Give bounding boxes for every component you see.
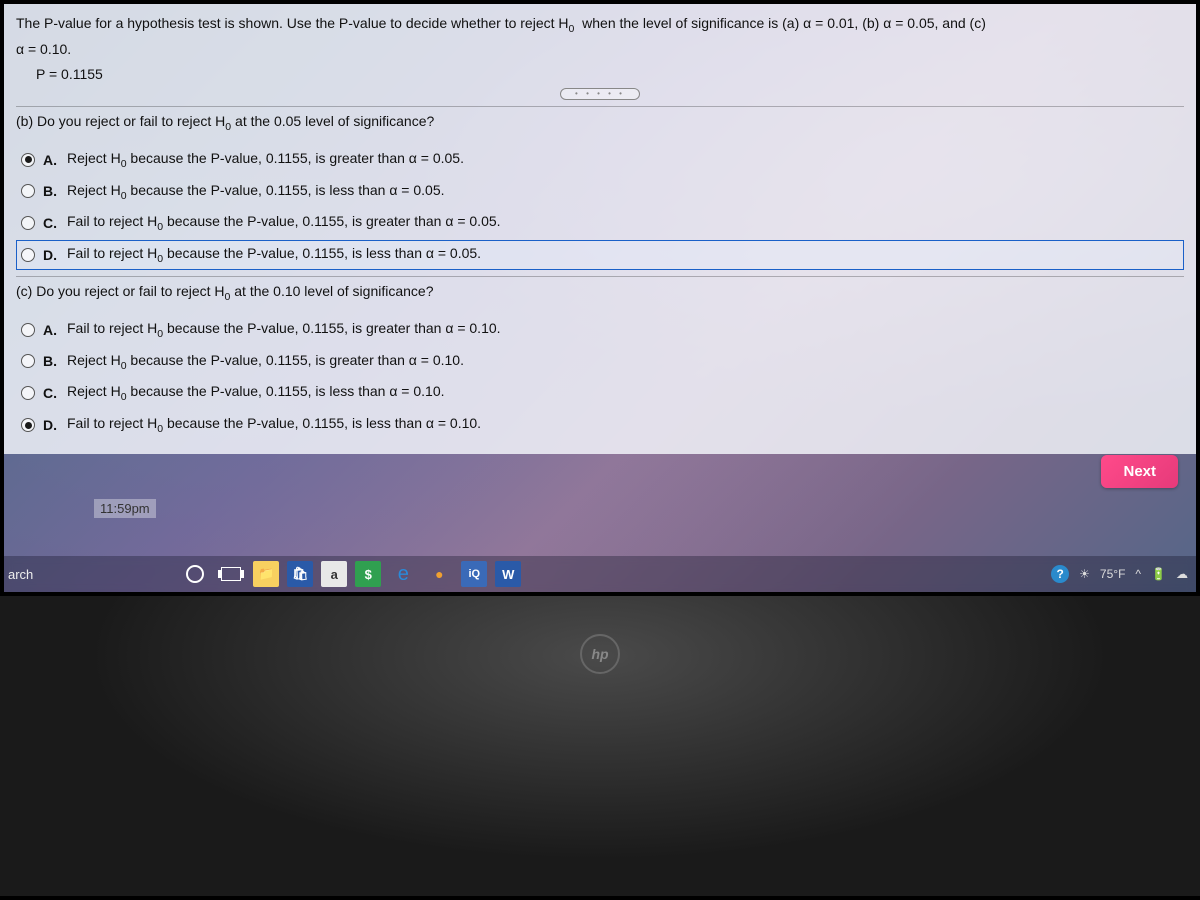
- part-c-option-b[interactable]: B. Reject H0 because the P-value, 0.1155…: [16, 347, 1184, 377]
- monitor-frame: The P-value for a hypothesis test is sho…: [0, 0, 1200, 900]
- drag-handle-icon[interactable]: • • • • •: [560, 88, 640, 100]
- option-letter: B.: [43, 353, 61, 369]
- part-b-option-b[interactable]: B. Reject H0 because the P-value, 0.1155…: [16, 177, 1184, 207]
- option-letter: B.: [43, 183, 61, 199]
- radio-icon[interactable]: [21, 248, 35, 262]
- radio-icon[interactable]: [21, 184, 35, 198]
- option-letter: D.: [43, 417, 61, 433]
- help-icon[interactable]: ?: [1051, 565, 1069, 583]
- hp-logo-icon: hp: [580, 634, 620, 674]
- option-letter: A.: [43, 152, 61, 168]
- part-c-option-c[interactable]: C. Reject H0 because the P-value, 0.1155…: [16, 378, 1184, 408]
- part-c-block: (c) Do you reject or fail to reject H0 a…: [16, 276, 1184, 440]
- part-c-option-a[interactable]: A. Fail to reject H0 because the P-value…: [16, 315, 1184, 345]
- option-text: Reject H0 because the P-value, 0.1155, i…: [67, 182, 445, 202]
- option-letter: D.: [43, 247, 61, 263]
- part-b-question: (b) Do you reject or fail to reject H0 a…: [16, 113, 1184, 133]
- option-text: Reject H0 because the P-value, 0.1155, i…: [67, 150, 464, 170]
- task-view-icon[interactable]: [217, 560, 245, 588]
- radio-icon[interactable]: [21, 386, 35, 400]
- radio-icon[interactable]: [21, 354, 35, 368]
- part-c-option-d[interactable]: D. Fail to reject H0 because the P-value…: [16, 410, 1184, 440]
- intro-text-1b: when the level of significance is (a) α …: [578, 15, 986, 31]
- windows-taskbar[interactable]: arch 📁 🛍 a $ e ● iQ W ? ☀ 75°F ^ 🔋 ☁: [4, 556, 1196, 592]
- next-button[interactable]: Next: [1101, 455, 1178, 488]
- option-text: Fail to reject H0 because the P-value, 0…: [67, 245, 481, 265]
- option-text: Reject H0 because the P-value, 0.1155, i…: [67, 352, 464, 372]
- search-input[interactable]: arch: [8, 567, 33, 582]
- battery-icon[interactable]: 🔋: [1151, 567, 1166, 581]
- tray-chevron-up-icon[interactable]: ^: [1135, 567, 1141, 581]
- iq-app-icon[interactable]: iQ: [461, 561, 487, 587]
- browser-icon[interactable]: ●: [425, 560, 453, 588]
- part-b-option-d[interactable]: D. Fail to reject H0 because the P-value…: [16, 240, 1184, 270]
- radio-icon[interactable]: [21, 216, 35, 230]
- part-b-option-c[interactable]: C. Fail to reject H0 because the P-value…: [16, 208, 1184, 238]
- word-icon[interactable]: W: [495, 561, 521, 587]
- file-explorer-icon[interactable]: 📁: [253, 561, 279, 587]
- problem-intro: The P-value for a hypothesis test is sho…: [16, 12, 1184, 60]
- intro-text-2: α = 0.10.: [16, 41, 71, 57]
- cortana-icon[interactable]: [181, 560, 209, 588]
- cloud-icon[interactable]: ☁: [1176, 567, 1188, 581]
- option-letter: C.: [43, 385, 61, 401]
- amazon-icon[interactable]: a: [321, 561, 347, 587]
- option-text: Reject H0 because the P-value, 0.1155, i…: [67, 383, 445, 403]
- edge-icon[interactable]: e: [389, 560, 417, 588]
- weather-icon[interactable]: ☀: [1079, 567, 1090, 581]
- radio-icon[interactable]: [21, 418, 35, 432]
- radio-icon[interactable]: [21, 323, 35, 337]
- part-b-option-a[interactable]: A. Reject H0 because the P-value, 0.1155…: [16, 145, 1184, 175]
- radio-icon[interactable]: [21, 153, 35, 167]
- option-text: Fail to reject H0 because the P-value, 0…: [67, 213, 501, 233]
- part-b-block: (b) Do you reject or fail to reject H0 a…: [16, 106, 1184, 270]
- deadline-time: 11:59pm: [94, 499, 156, 518]
- option-text: Fail to reject H0 because the P-value, 0…: [67, 415, 481, 435]
- option-text: Fail to reject H0 because the P-value, 0…: [67, 320, 501, 340]
- screen-area: The P-value for a hypothesis test is sho…: [4, 4, 1196, 592]
- app-s-icon[interactable]: $: [355, 561, 381, 587]
- system-tray[interactable]: ? ☀ 75°F ^ 🔋 ☁: [1051, 565, 1188, 583]
- option-letter: C.: [43, 215, 61, 231]
- h0-sub: 0: [569, 23, 575, 35]
- question-panel: The P-value for a hypothesis test is sho…: [4, 4, 1196, 454]
- part-c-question: (c) Do you reject or fail to reject H0 a…: [16, 283, 1184, 303]
- p-value-line: P = 0.1155: [16, 66, 1184, 82]
- temperature-label: 75°F: [1100, 567, 1125, 581]
- microsoft-store-icon[interactable]: 🛍: [287, 561, 313, 587]
- intro-text-1: The P-value for a hypothesis test is sho…: [16, 15, 569, 31]
- option-letter: A.: [43, 322, 61, 338]
